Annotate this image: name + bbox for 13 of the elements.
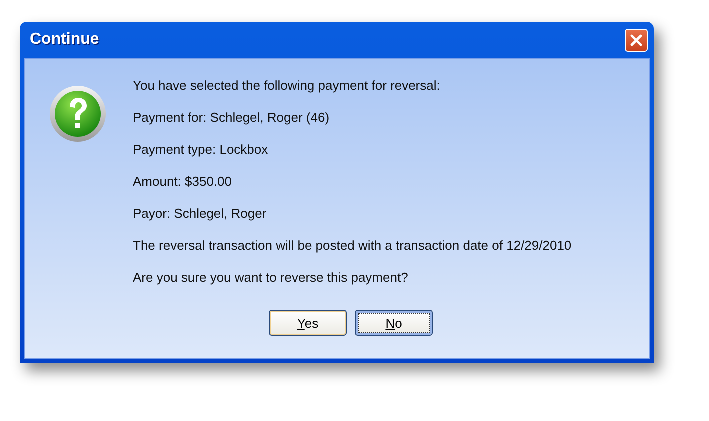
- close-button[interactable]: [625, 28, 648, 52]
- message-text: Are you sure you want to reverse this payment?: [133, 269, 410, 286]
- message-text: You have selected the following payment for reversal:: [133, 77, 442, 94]
- message-text: Payment for: Schlegel, Roger (46): [133, 109, 331, 126]
- close-icon: [630, 34, 643, 46]
- message-text: Payment type: Lockbox: [133, 141, 270, 158]
- dialog-button[interactable]: Yes: [269, 310, 347, 336]
- message-text: Payor: Schlegel, Roger: [133, 205, 268, 222]
- message-text: The reversal transaction will be posted with a transaction date of 12/29/2010: [133, 237, 572, 254]
- dialog-button[interactable]: No: [355, 310, 433, 336]
- message-text: Amount: $350.00: [133, 173, 234, 190]
- question-icon: [49, 85, 107, 143]
- window-title: Continue: [30, 31, 100, 49]
